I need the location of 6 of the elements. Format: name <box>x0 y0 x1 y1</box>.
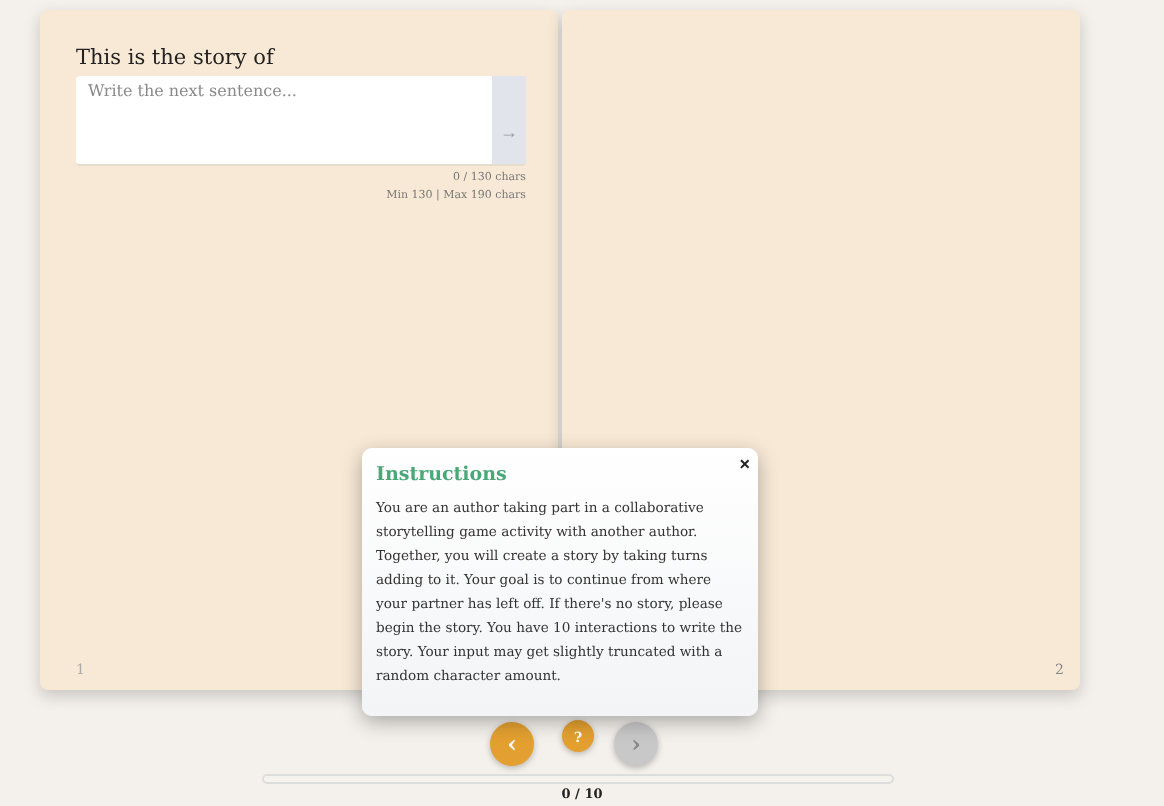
popup-title: Instructions <box>376 464 509 486</box>
send-button[interactable]: → <box>492 76 526 164</box>
story-heading: This is the story of <box>76 46 277 70</box>
input-field[interactable]: Write the next sentence... → <box>76 76 526 166</box>
previous-button[interactable]: ‹ <box>490 722 534 766</box>
close-button[interactable]: × <box>739 454 750 474</box>
